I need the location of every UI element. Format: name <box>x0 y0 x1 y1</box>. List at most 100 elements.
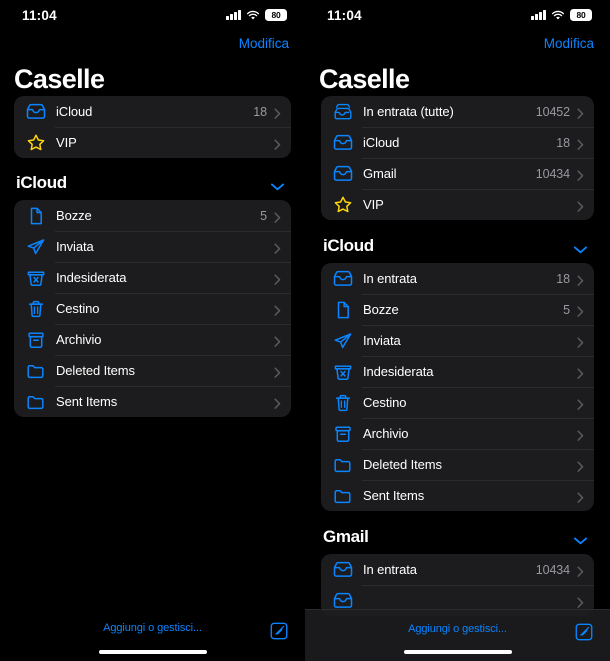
section-header[interactable]: iCloud <box>321 226 594 263</box>
mailbox-row-label: iCloud <box>363 135 400 150</box>
section-title: Gmail <box>323 527 369 546</box>
mailbox-row[interactable]: Bozze 5 <box>321 294 594 325</box>
junk-bin-icon <box>332 362 354 382</box>
mailbox-row-label: Indesiderata <box>56 270 127 285</box>
document-icon <box>25 206 47 226</box>
home-indicator <box>403 650 512 654</box>
primary-mailbox-group: iCloud 18 VIP <box>14 96 291 158</box>
mailbox-row[interactable]: VIP <box>14 127 291 158</box>
edit-button[interactable]: Modifica <box>239 36 289 51</box>
chevron-down-icon[interactable] <box>270 179 285 191</box>
mailbox-row[interactable]: Indesiderata <box>321 356 594 387</box>
mailbox-row[interactable]: iCloud 18 <box>14 96 291 127</box>
chevron-right-icon <box>274 272 281 285</box>
mailbox-row[interactable]: Inviata <box>321 325 594 356</box>
mailbox-row-label: Archivio <box>363 426 409 441</box>
chevron-right-icon <box>577 366 584 379</box>
document-icon <box>332 300 354 320</box>
mailbox-row[interactable]: Gmail 10434 <box>321 158 594 189</box>
mailbox-row-label: Deleted Items <box>363 457 442 472</box>
left-sections: iCloud Bozze 5 Inviata Indesiderata Cestino Ar… <box>14 164 291 417</box>
chevron-down-icon[interactable] <box>573 533 588 545</box>
chevron-right-icon <box>577 199 584 212</box>
chevron-right-icon <box>577 564 584 577</box>
mailbox-row[interactable]: Indesiderata <box>14 262 291 293</box>
chevron-right-icon <box>577 428 584 441</box>
section-mailbox-group: In entrata 18 Bozze 5 Inviata Indesiderata Ces… <box>321 263 594 511</box>
status-bar-indicators: 80 <box>531 9 592 21</box>
folder-icon <box>25 361 47 381</box>
mailbox-row-count: 18 <box>556 271 570 286</box>
compose-icon[interactable] <box>269 621 289 641</box>
folder-icon <box>25 392 47 412</box>
chevron-right-icon <box>577 137 584 150</box>
chevron-right-icon <box>274 210 281 223</box>
mailbox-row[interactable]: Cestino <box>321 387 594 418</box>
mailbox-row[interactable]: In entrata 10434 <box>321 554 594 585</box>
mailbox-row-label: Sent Items <box>363 488 425 503</box>
inbox-tray-icon <box>332 560 354 580</box>
mailbox-row-count: 5 <box>260 208 267 223</box>
chevron-right-icon <box>274 106 281 119</box>
trash-icon <box>25 299 47 319</box>
chevron-right-icon <box>577 106 584 119</box>
mailbox-row-count: 18 <box>556 135 570 150</box>
mailbox-row[interactable]: Archivio <box>321 418 594 449</box>
home-indicator <box>98 650 207 654</box>
folder-icon <box>332 486 354 506</box>
mailbox-row-label: Bozze <box>363 302 399 317</box>
section-header[interactable]: Gmail <box>321 517 594 554</box>
mailbox-row-label: iCloud <box>56 104 93 119</box>
mailbox-row-label: Cestino <box>363 395 407 410</box>
mailbox-row[interactable]: Deleted Items <box>14 355 291 386</box>
chevron-right-icon <box>577 304 584 317</box>
mailbox-row[interactable]: Archivio <box>14 324 291 355</box>
right-scroll-content[interactable]: In entrata (tutte) 10452 iCloud 18 Gmail 1043… <box>305 96 610 661</box>
mailbox-row-label: Deleted Items <box>56 363 135 378</box>
status-bar-clock: 11:04 <box>327 7 362 23</box>
mailbox-row[interactable]: iCloud 18 <box>321 127 594 158</box>
inbox-tray-icon <box>332 133 354 153</box>
mailbox-row-label: In entrata <box>363 562 417 577</box>
mailbox-row-count: 10452 <box>535 104 570 119</box>
chevron-down-icon[interactable] <box>573 242 588 254</box>
add-or-manage-button[interactable]: Aggiungi o gestisci... <box>408 623 507 635</box>
section-mailbox-group: Bozze 5 Inviata Indesiderata Cestino Archivio… <box>14 200 291 417</box>
mailbox-row[interactable]: Deleted Items <box>321 449 594 480</box>
mailbox-row-label: Gmail <box>363 166 397 181</box>
wifi-icon <box>246 10 260 20</box>
mailbox-row[interactable]: VIP <box>321 189 594 220</box>
chevron-right-icon <box>577 595 584 608</box>
archive-box-icon <box>25 330 47 350</box>
mailbox-row[interactable]: Bozze 5 <box>14 200 291 231</box>
mailbox-row[interactable]: In entrata 18 <box>321 263 594 294</box>
mailbox-row[interactable]: Sent Items <box>321 480 594 511</box>
right-sections: iCloud In entrata 18 Bozze 5 Inviata Indesider… <box>321 226 594 616</box>
section-mailbox-group: In entrata 10434 <box>321 554 594 616</box>
chevron-right-icon <box>577 459 584 472</box>
mailbox-row[interactable]: Cestino <box>14 293 291 324</box>
mailbox-row[interactable]: In entrata (tutte) 10452 <box>321 96 594 127</box>
inbox-tray-icon <box>332 269 354 289</box>
section-title: iCloud <box>323 236 374 255</box>
chevron-right-icon <box>274 334 281 347</box>
mailbox-row-label: In entrata (tutte) <box>363 104 454 119</box>
mailbox-row-count: 10434 <box>535 562 570 577</box>
chevron-right-icon <box>274 303 281 316</box>
mailbox-row[interactable]: Sent Items <box>14 386 291 417</box>
cellular-signal-icon <box>531 10 546 20</box>
mailbox-row[interactable]: Inviata <box>14 231 291 262</box>
chevron-right-icon <box>274 365 281 378</box>
bottom-toolbar: Aggiungi o gestisci... <box>0 609 305 661</box>
edit-button[interactable]: Modifica <box>544 36 594 51</box>
status-bar: 11:04 80 <box>305 0 610 30</box>
left-scroll-content[interactable]: iCloud 18 VIP iCloud Bozze 5 Inviata Indesider… <box>0 96 305 661</box>
chevron-right-icon <box>274 137 281 150</box>
wifi-icon <box>551 10 565 20</box>
mailbox-row-label: VIP <box>56 135 77 150</box>
primary-mailbox-group: In entrata (tutte) 10452 iCloud 18 Gmail 1043… <box>321 96 594 220</box>
add-or-manage-button[interactable]: Aggiungi o gestisci... <box>103 622 202 634</box>
compose-icon[interactable] <box>574 622 594 642</box>
folder-icon <box>332 455 354 475</box>
section-header[interactable]: iCloud <box>14 164 291 200</box>
